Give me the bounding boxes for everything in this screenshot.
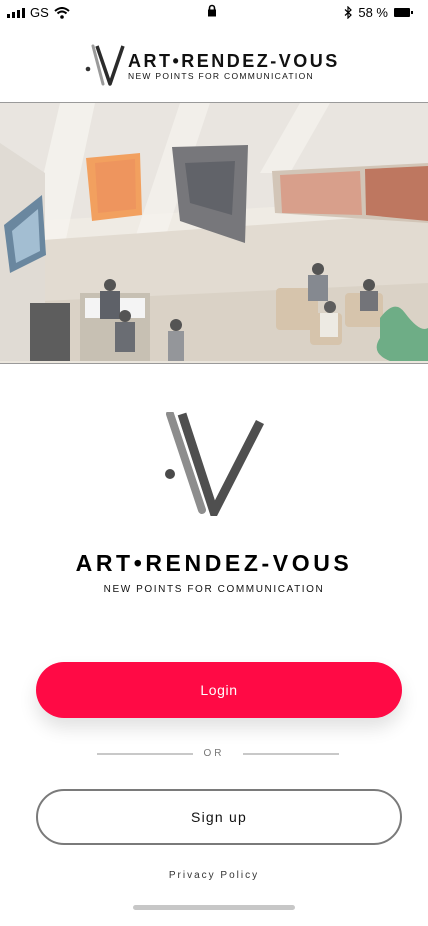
- battery-percent: 58 %: [358, 5, 388, 20]
- status-bar: GS 58 %: [0, 0, 428, 26]
- divider-line-right: [243, 753, 339, 755]
- home-indicator[interactable]: [133, 905, 295, 910]
- header-brand: ART•RENDEZ-VOUS: [128, 51, 340, 71]
- hero-image: [0, 102, 428, 364]
- header-tagline: NEW POINTS FOR COMMUNICATION: [128, 71, 314, 81]
- battery-icon: [394, 8, 413, 17]
- carrier-label: GS: [30, 5, 49, 20]
- lock-icon: [207, 4, 217, 20]
- brand-tagline: NEW POINTS FOR COMMUNICATION: [103, 584, 325, 595]
- status-right: 58 %: [344, 5, 413, 20]
- status-left: GS: [7, 5, 70, 20]
- brand-title: ART•RENDEZ-VOUS: [75, 550, 353, 576]
- privacy-policy-link[interactable]: Privacy Policy: [0, 870, 428, 881]
- bluetooth-icon: [344, 6, 353, 19]
- app-logo-icon: [85, 44, 125, 86]
- or-divider: OR: [0, 748, 428, 762]
- signup-button[interactable]: Sign up: [36, 789, 402, 845]
- or-label: OR: [203, 748, 225, 759]
- wifi-icon: [54, 6, 70, 19]
- brand-logo-icon: [165, 412, 264, 516]
- signal-icon: [7, 7, 25, 18]
- app-header: ART•RENDEZ-VOUS NEW POINTS FOR COMMUNICA…: [0, 40, 428, 88]
- login-button[interactable]: Login: [36, 662, 402, 718]
